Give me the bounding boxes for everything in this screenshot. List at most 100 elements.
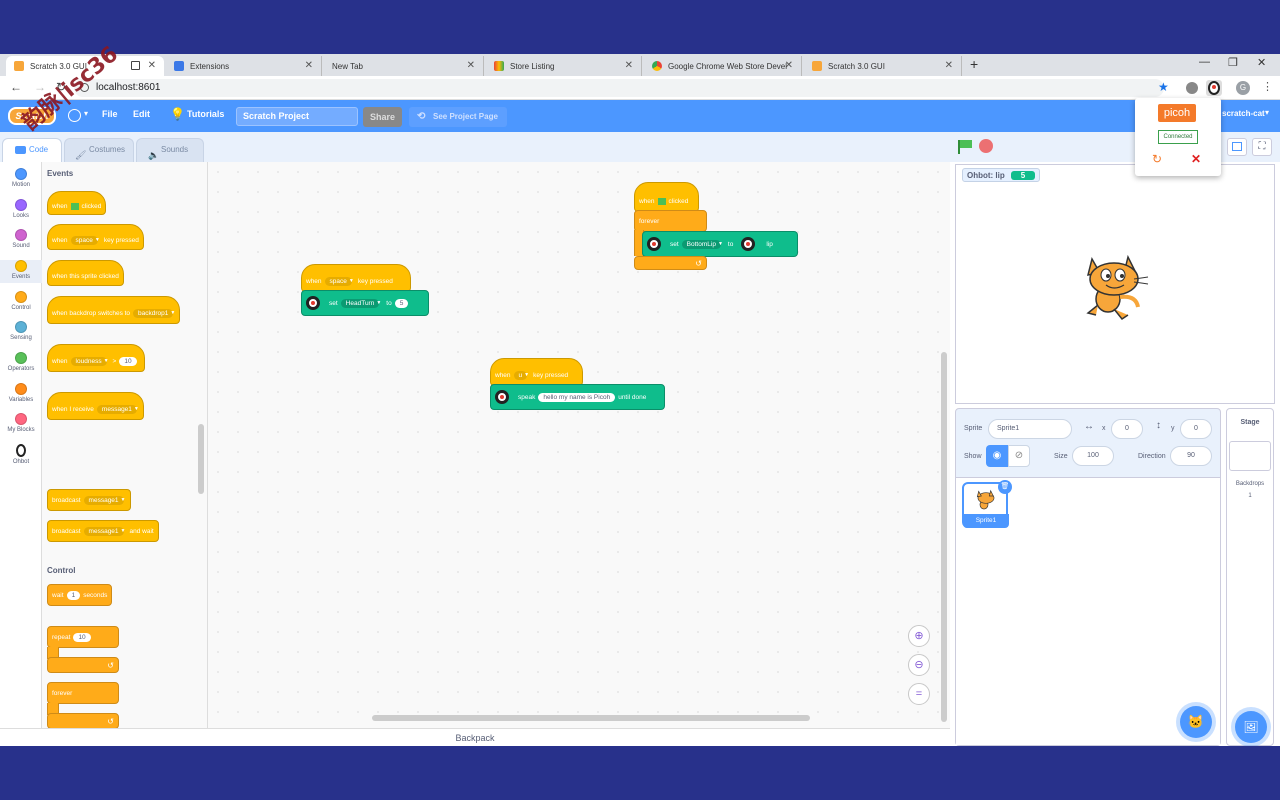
message-dropdown[interactable]: message1 bbox=[96, 404, 137, 414]
tab-code[interactable]: Code bbox=[2, 138, 62, 162]
direction-input[interactable]: 90 bbox=[1170, 446, 1212, 466]
scratch-cat-sprite[interactable] bbox=[1078, 249, 1150, 321]
file-menu[interactable]: File bbox=[102, 109, 118, 119]
language-globe-icon[interactable] bbox=[68, 109, 81, 122]
block-wait[interactable]: wait 1 seconds bbox=[47, 584, 113, 606]
zoom-reset-button[interactable]: = bbox=[908, 683, 930, 705]
reconnect-icon[interactable]: ↻ bbox=[1152, 152, 1162, 166]
y-input[interactable]: 0 bbox=[1180, 419, 1212, 439]
project-title-input[interactable]: Scratch Project bbox=[236, 107, 358, 126]
disconnect-icon[interactable]: ✕ bbox=[1191, 152, 1201, 166]
key-dropdown[interactable]: space bbox=[70, 235, 98, 245]
chrome-menu-icon[interactable]: ⋮ bbox=[1262, 80, 1273, 93]
bookmark-star-icon[interactable]: ★ bbox=[1158, 80, 1169, 94]
script1-when-flag-clicked[interactable]: when clicked bbox=[634, 182, 699, 212]
repeat-count-input[interactable]: 10 bbox=[73, 632, 91, 642]
close-tab-icon[interactable]: ✕ bbox=[305, 60, 313, 71]
category-events[interactable]: Events bbox=[0, 260, 42, 283]
motor-dropdown[interactable]: HeadTurn bbox=[340, 298, 380, 308]
position-input[interactable]: 5 bbox=[394, 298, 409, 308]
wait-seconds-input[interactable]: 1 bbox=[66, 590, 81, 600]
category-operators[interactable]: Operators bbox=[0, 352, 42, 372]
block-repeat[interactable]: repeat 10 bbox=[47, 626, 119, 648]
tab-scratch-gui-2[interactable]: Scratch 3.0 GUI ✕ bbox=[804, 56, 962, 76]
sensor-dropdown[interactable]: loudness bbox=[70, 356, 107, 366]
reader-icon[interactable] bbox=[131, 61, 140, 70]
tab-webstore-dev[interactable]: Google Chrome Web Store Devel ✕ bbox=[644, 56, 802, 76]
new-tab-icon[interactable]: + bbox=[970, 56, 978, 72]
show-hidden-button[interactable]: ⊘ bbox=[1008, 445, 1030, 467]
sprite-name-input[interactable]: Sprite1 bbox=[988, 419, 1072, 439]
green-flag-button[interactable] bbox=[958, 140, 972, 154]
script-workspace[interactable]: when clicked forever set BottomLip ▼ to lip… bbox=[208, 162, 950, 746]
choose-sprite-button[interactable]: 🐱 bbox=[1180, 706, 1212, 738]
block-when-backdrop-switches[interactable]: when backdrop switches to backdrop1 ▼ bbox=[47, 296, 181, 324]
small-stage-button[interactable] bbox=[1227, 138, 1247, 156]
script1-set-bottomlip[interactable]: set BottomLip ▼ to lip bbox=[642, 231, 798, 257]
script2-when-key-pressed[interactable]: when space ▼ key pressed bbox=[301, 264, 411, 292]
workspace-horizontal-scrollbar[interactable] bbox=[372, 715, 810, 721]
backpack-bar[interactable]: Backpack bbox=[0, 728, 950, 746]
fullscreen-button[interactable]: ⛶ bbox=[1252, 138, 1272, 156]
category-ohbot[interactable]: Ohbot bbox=[0, 444, 42, 465]
block-broadcast[interactable]: broadcast message1 ▼ bbox=[47, 489, 131, 511]
stage-thumbnail[interactable] bbox=[1229, 441, 1271, 471]
key-dropdown[interactable]: space bbox=[324, 276, 352, 286]
stage-canvas[interactable]: Ohbot: lip 5 bbox=[955, 164, 1275, 404]
tab-extensions[interactable]: Extensions ✕ bbox=[166, 56, 322, 76]
block-when-i-receive[interactable]: when I receive message1 ▼ bbox=[47, 392, 144, 420]
stage-selector-panel[interactable]: Stage Backdrops 1 🖼 bbox=[1226, 408, 1274, 746]
extension-icon[interactable] bbox=[1186, 82, 1198, 94]
edit-menu[interactable]: Edit bbox=[133, 109, 150, 119]
window-close-icon[interactable]: ✕ bbox=[1257, 56, 1266, 69]
category-motion[interactable]: Motion bbox=[0, 168, 42, 188]
script3-speak[interactable]: speak hello my name is Picoh until done bbox=[490, 384, 665, 410]
minimize-icon[interactable]: — bbox=[1199, 56, 1210, 68]
tab-new-tab[interactable]: New Tab ✕ bbox=[324, 56, 484, 76]
motor-dropdown[interactable]: BottomLip bbox=[681, 239, 721, 249]
account-avatar[interactable]: G bbox=[1236, 81, 1250, 95]
variable-monitor[interactable]: Ohbot: lip 5 bbox=[962, 168, 1041, 182]
back-icon[interactable]: ← bbox=[10, 80, 22, 94]
tab-store-listing[interactable]: Store Listing ✕ bbox=[486, 56, 642, 76]
script3-when-key-pressed[interactable]: when u ▼ key pressed bbox=[490, 358, 583, 386]
block-when-loudness[interactable]: when loudness ▼ >10 bbox=[47, 344, 145, 372]
user-menu[interactable]: scratch-cat bbox=[1222, 109, 1265, 118]
category-control[interactable]: Control bbox=[0, 291, 42, 311]
sprite-thumbnail[interactable]: Sprite1 🗑 bbox=[962, 480, 1012, 528]
close-tab-icon[interactable]: ✕ bbox=[625, 60, 633, 71]
speech-text-input[interactable]: hello my name is Picoh bbox=[538, 392, 616, 402]
delete-sprite-icon[interactable]: 🗑 bbox=[998, 480, 1012, 494]
block-when-flag-clicked[interactable]: when clicked bbox=[47, 191, 107, 215]
tab-costumes[interactable]: 🖌 Costumes bbox=[64, 138, 134, 162]
show-visible-button[interactable]: ◉ bbox=[986, 445, 1008, 467]
close-tab-icon[interactable]: ✕ bbox=[148, 60, 156, 71]
message-dropdown[interactable]: message1 bbox=[83, 526, 124, 536]
url-field[interactable]: localhost:8601 bbox=[74, 79, 1164, 97]
script2-set-headturn[interactable]: set HeadTurn ▼ to 5 bbox=[301, 290, 429, 316]
close-tab-icon[interactable]: ✕ bbox=[785, 60, 793, 71]
restore-icon[interactable]: ❐ bbox=[1228, 56, 1238, 69]
palette-scrollbar[interactable] bbox=[198, 424, 204, 494]
tutorials-button[interactable]: Tutorials bbox=[187, 109, 224, 119]
block-when-key-pressed[interactable]: when space ▼ key pressed bbox=[47, 224, 144, 250]
zoom-out-button[interactable]: ⊖ bbox=[908, 654, 930, 676]
backdrop-dropdown[interactable]: backdrop1 bbox=[133, 308, 174, 318]
block-broadcast-and-wait[interactable]: broadcast message1 ▼ and wait bbox=[47, 520, 159, 542]
picoh-extension-button[interactable] bbox=[1206, 80, 1222, 96]
script1-forever[interactable]: forever bbox=[634, 210, 707, 232]
category-my-blocks[interactable]: My Blocks bbox=[0, 413, 42, 433]
block-when-sprite-clicked[interactable]: when this sprite clicked bbox=[47, 260, 124, 286]
category-sound[interactable]: Sound bbox=[0, 229, 42, 249]
category-sensing[interactable]: Sensing bbox=[0, 321, 42, 341]
workspace-vertical-scrollbar[interactable] bbox=[941, 352, 947, 722]
choose-backdrop-button[interactable]: 🖼 bbox=[1235, 711, 1267, 743]
threshold-input[interactable]: 10 bbox=[119, 356, 137, 366]
category-variables[interactable]: Variables bbox=[0, 383, 42, 403]
zoom-in-button[interactable]: ⊕ bbox=[908, 625, 930, 647]
close-tab-icon[interactable]: ✕ bbox=[467, 60, 475, 71]
tab-sounds[interactable]: 🔈 Sounds bbox=[136, 138, 204, 162]
stop-button[interactable] bbox=[979, 139, 993, 153]
category-looks[interactable]: Looks bbox=[0, 199, 42, 219]
x-input[interactable]: 0 bbox=[1111, 419, 1143, 439]
